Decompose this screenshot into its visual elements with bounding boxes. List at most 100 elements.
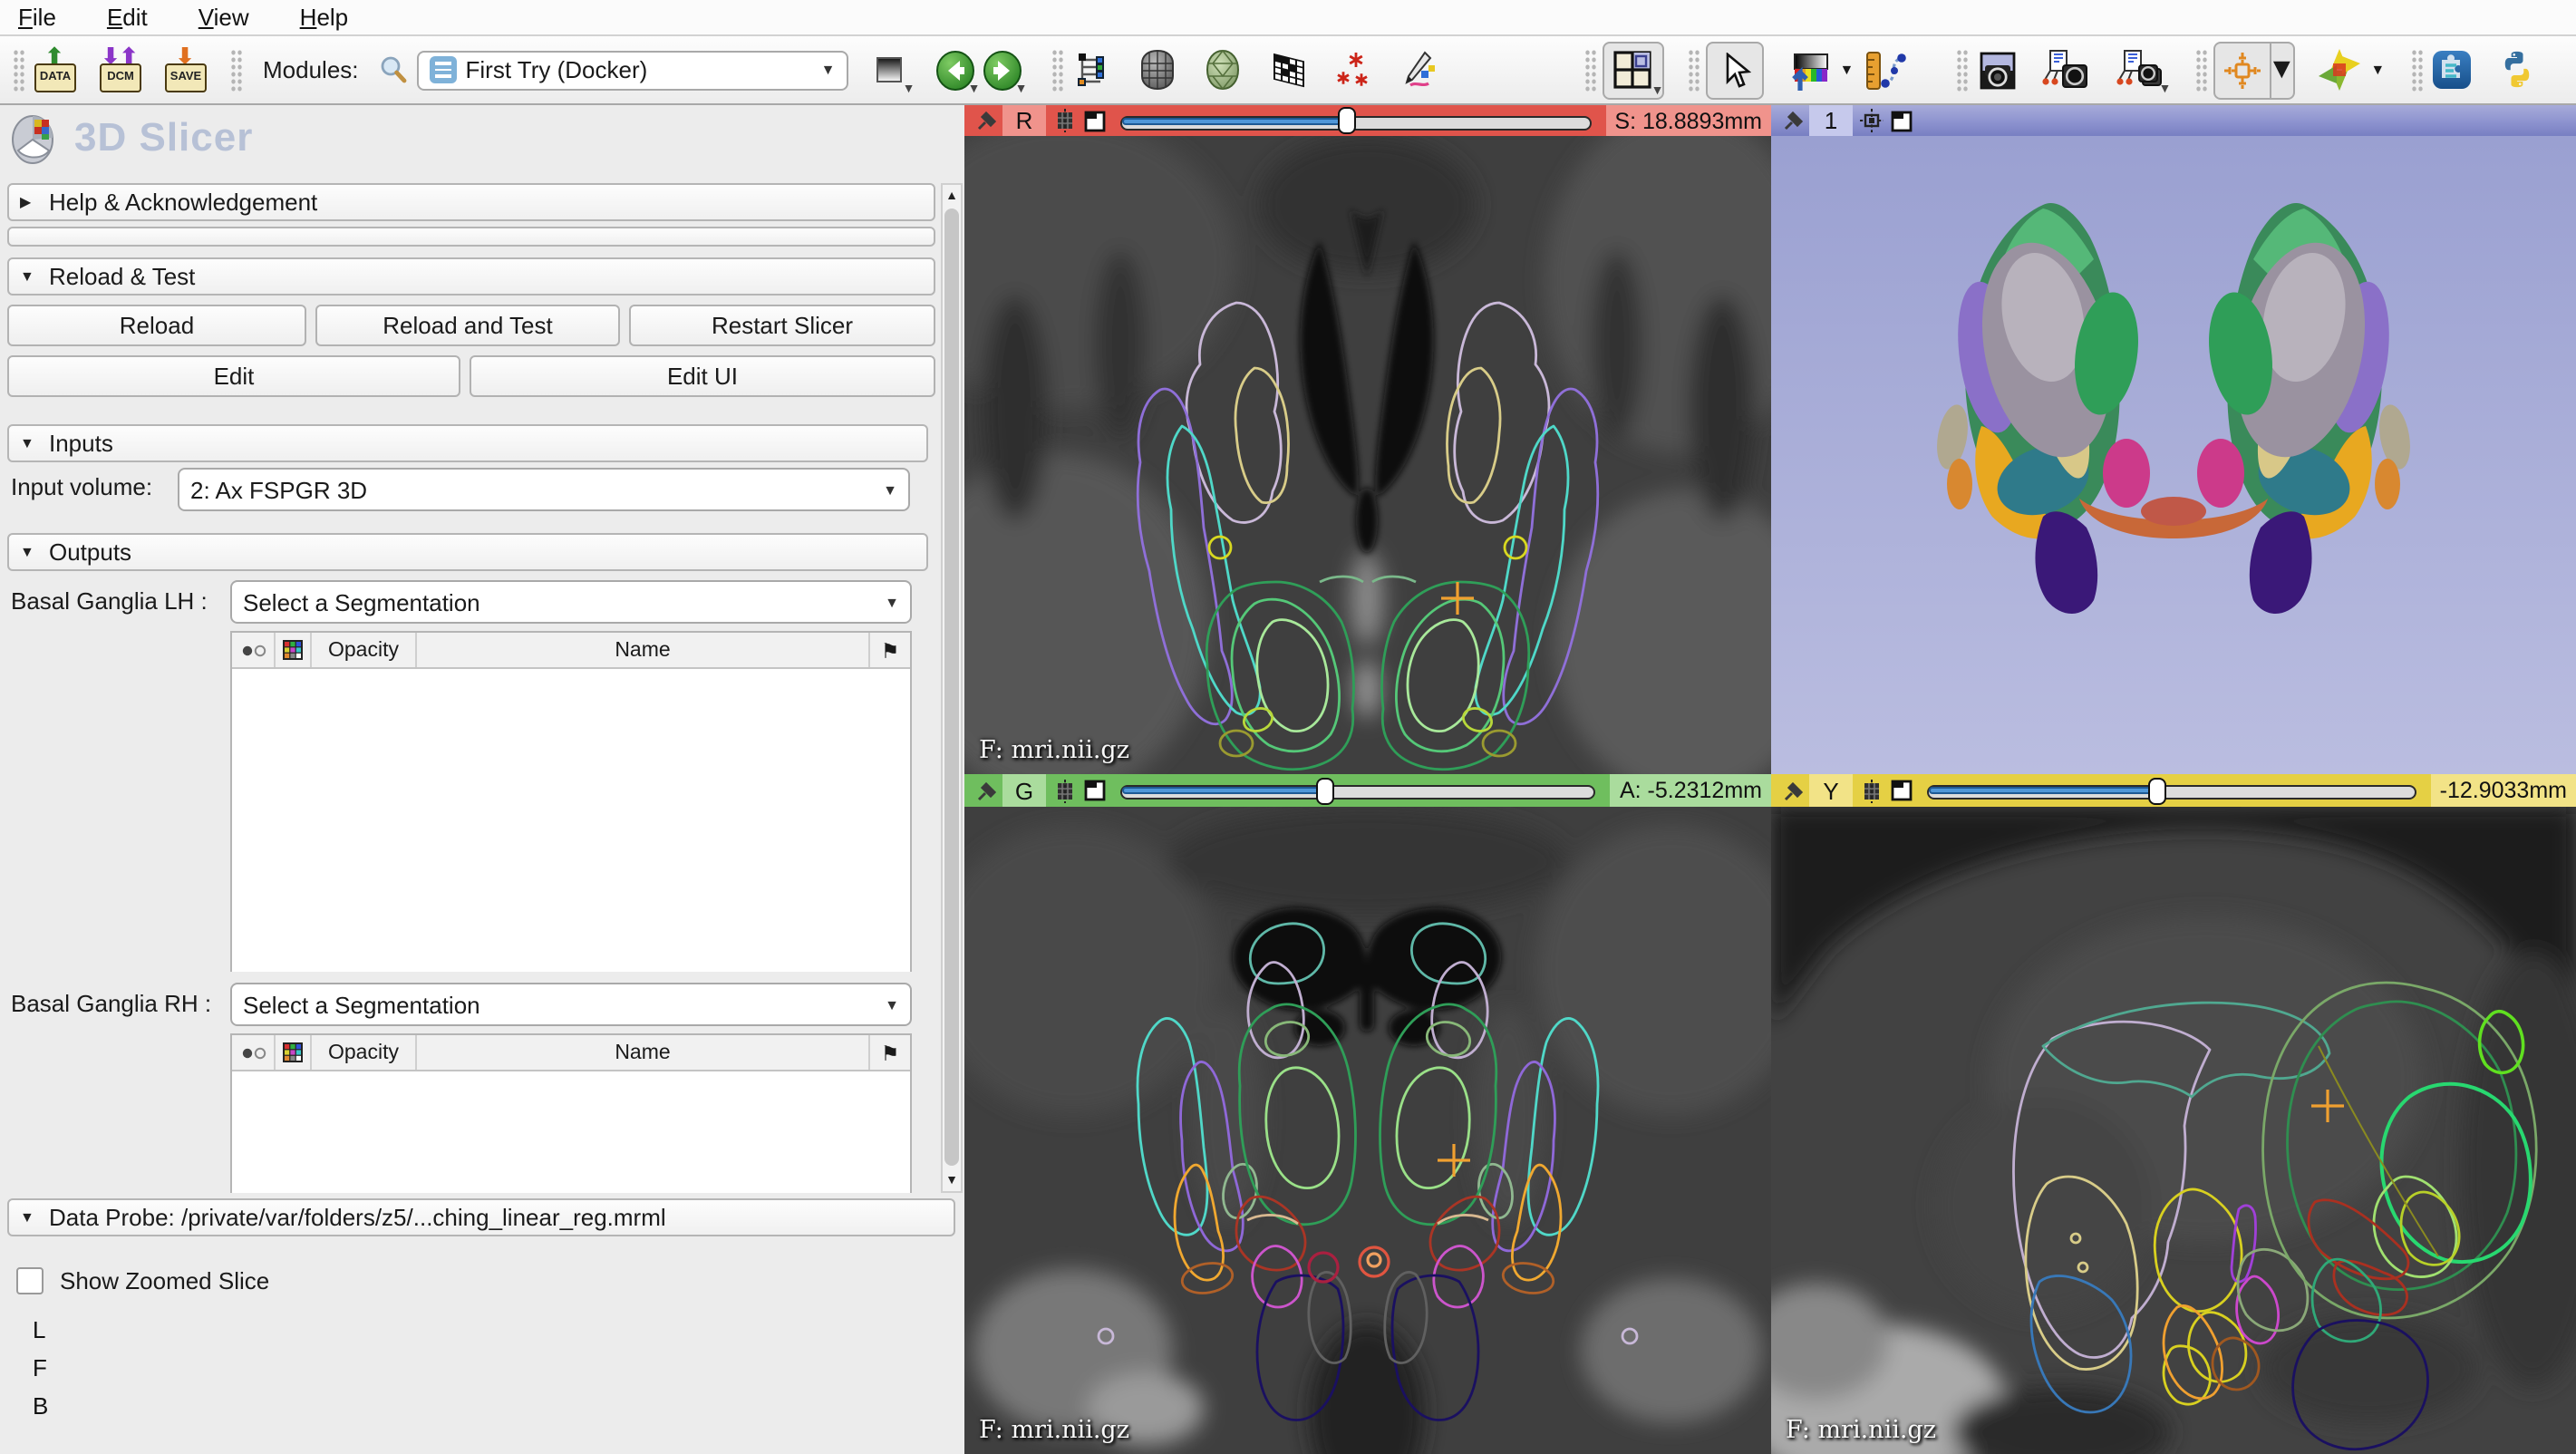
- models-module-button[interactable]: [1200, 44, 1247, 95]
- scrollbar-thumb[interactable]: [944, 208, 959, 1166]
- extensions-manager-button[interactable]: [2428, 44, 2475, 95]
- python-console-button[interactable]: [2494, 44, 2541, 95]
- bg-lh-selector[interactable]: Select a Segmentation ▼: [230, 580, 912, 624]
- menu-help[interactable]: Help: [300, 4, 374, 31]
- volumes-module-button[interactable]: [1135, 44, 1182, 95]
- scene-view-restore-button[interactable]: ▼: [2111, 44, 2169, 95]
- dicom-button[interactable]: ⬇⬆ DCM: [96, 44, 143, 95]
- yellow-slice-controller: Y -12.9033mm: [1771, 774, 2576, 807]
- maximize-view-icon[interactable]: [1084, 110, 1106, 131]
- scroll-up-icon[interactable]: ▲: [943, 185, 961, 207]
- crosshair-button[interactable]: [2213, 41, 2271, 99]
- chevron-down-icon[interactable]: ▼: [1840, 62, 1855, 78]
- module-search-button[interactable]: [370, 44, 417, 95]
- crosshair-menu-button[interactable]: ▼: [2271, 41, 2294, 99]
- name-header: Name: [417, 633, 870, 667]
- slice-intersections-button[interactable]: [2312, 44, 2367, 95]
- module-back-button[interactable]: ▼: [932, 44, 979, 95]
- reload-test-section[interactable]: ▼ Reload & Test: [7, 257, 935, 296]
- inputs-section[interactable]: ▼ Inputs: [7, 424, 928, 462]
- markups-module-button[interactable]: [1331, 44, 1378, 95]
- flag-column-icon: ⚑: [870, 633, 910, 667]
- restart-slicer-button[interactable]: Restart Slicer: [629, 305, 935, 346]
- axial-slice-view[interactable]: F: mri.nii.gz: [964, 136, 1771, 774]
- scene-view-capture-button[interactable]: [2039, 44, 2093, 95]
- slice-visibility-icon[interactable]: [1860, 779, 1884, 802]
- input-volume-selector[interactable]: 2: Ax FSPGR 3D ▼: [178, 468, 910, 511]
- toolbar-drag-handle[interactable]: [1955, 48, 1968, 92]
- toolbar-drag-handle[interactable]: [1584, 48, 1597, 92]
- reload-and-test-button[interactable]: Reload and Test: [315, 305, 620, 346]
- help-acknowledgement-section[interactable]: ▶ Help & Acknowledgement: [7, 183, 935, 221]
- screenshot-button[interactable]: [1973, 44, 2020, 95]
- green-slice-slider[interactable]: [1120, 783, 1596, 798]
- threed-view[interactable]: [1771, 136, 2576, 774]
- name-header: Name: [417, 1035, 870, 1070]
- slider-handle[interactable]: [1316, 777, 1334, 804]
- load-data-button[interactable]: ⬆ DATA: [31, 44, 78, 95]
- transforms-module-button[interactable]: [1265, 44, 1312, 95]
- green-view-menu-button[interactable]: G: [1002, 774, 1046, 807]
- bg-rh-selector[interactable]: Select a Segmentation ▼: [230, 983, 912, 1026]
- edit-button[interactable]: Edit: [7, 355, 460, 397]
- view-center-icon[interactable]: [1860, 109, 1884, 132]
- red-slice-offset: S: 18.8893mm: [1605, 105, 1771, 136]
- layout-selector-button[interactable]: ▼: [1603, 41, 1664, 99]
- chevron-down-icon[interactable]: ▼: [2370, 62, 2385, 78]
- menu-file[interactable]: File: [18, 4, 82, 31]
- window-level-button[interactable]: [1782, 44, 1836, 95]
- module-selector[interactable]: First Try (Docker) ▼: [417, 50, 848, 90]
- sagittal-slice-view[interactable]: F: mri.nii.gz: [1771, 807, 2576, 1454]
- edit-ui-button[interactable]: Edit UI: [470, 355, 935, 397]
- collapsed-arrow-icon: ▶: [20, 194, 34, 210]
- menu-edit[interactable]: Edit: [107, 4, 173, 31]
- green-slice-controller: G A: -5.2312mm: [964, 774, 1771, 807]
- red-view-menu-button[interactable]: R: [1002, 105, 1046, 136]
- markups-asterisk-icon: [1334, 50, 1374, 90]
- toolbar-drag-handle[interactable]: [13, 48, 25, 92]
- save-button[interactable]: ⬇ SAVE: [161, 44, 208, 95]
- annotations-module-button[interactable]: [1396, 44, 1443, 95]
- module-history-button[interactable]: ▼: [867, 44, 914, 95]
- rh-table-body[interactable]: [232, 1071, 910, 1193]
- toolbar-drag-handle[interactable]: [1051, 48, 1064, 92]
- coronal-slice-view[interactable]: F: mri.nii.gz: [964, 807, 1771, 1454]
- maximize-view-icon[interactable]: [1084, 780, 1106, 801]
- chevron-down-icon: ▼: [2158, 82, 2171, 95]
- show-zoomed-slice-checkbox[interactable]: [16, 1267, 44, 1294]
- red-slice-slider[interactable]: [1120, 113, 1591, 128]
- module-forward-button[interactable]: ▼: [979, 44, 1026, 95]
- history-icon: [876, 56, 904, 83]
- pin-icon[interactable]: [977, 780, 997, 800]
- extensions-puzzle-icon: [2431, 49, 2473, 91]
- slice-visibility-icon[interactable]: [1053, 109, 1077, 132]
- lh-table-body[interactable]: [232, 669, 910, 972]
- yellow-view-menu-button[interactable]: Y: [1809, 774, 1853, 807]
- toolbar-drag-handle[interactable]: [230, 48, 243, 92]
- pin-icon[interactable]: [1784, 780, 1804, 800]
- pin-icon[interactable]: [977, 111, 997, 131]
- threed-view-menu-button[interactable]: 1: [1809, 105, 1853, 136]
- data-probe-section[interactable]: ▼ Data Probe: /private/var/folders/z5/..…: [7, 1198, 955, 1236]
- menu-bar: File Edit View Help: [0, 0, 2576, 36]
- slider-handle[interactable]: [2148, 777, 2166, 804]
- app-logo-row: 3D Slicer: [11, 111, 253, 165]
- slider-handle[interactable]: [1337, 107, 1355, 134]
- yellow-slice-slider[interactable]: [1927, 783, 2416, 798]
- scroll-down-icon[interactable]: ▼: [943, 1169, 961, 1191]
- toolbar-drag-handle[interactable]: [2410, 48, 2423, 92]
- measurements-button[interactable]: [1857, 44, 1915, 95]
- slice-visibility-icon[interactable]: [1053, 779, 1077, 802]
- maximize-view-icon[interactable]: [1891, 780, 1913, 801]
- mouse-interaction-button[interactable]: [1706, 41, 1764, 99]
- pin-icon[interactable]: [1784, 111, 1804, 131]
- maximize-view-icon[interactable]: [1891, 110, 1913, 131]
- toolbar-drag-handle[interactable]: [2194, 48, 2207, 92]
- save-icon: ⬇ SAVE: [163, 46, 207, 93]
- outputs-section[interactable]: ▼ Outputs: [7, 533, 928, 571]
- menu-view[interactable]: View: [199, 4, 275, 31]
- panel-scrollbar[interactable]: ▲ ▼: [941, 183, 963, 1193]
- module-hierarchy-button[interactable]: [1070, 44, 1117, 95]
- reload-button[interactable]: Reload: [7, 305, 306, 346]
- toolbar-drag-handle[interactable]: [1688, 48, 1700, 92]
